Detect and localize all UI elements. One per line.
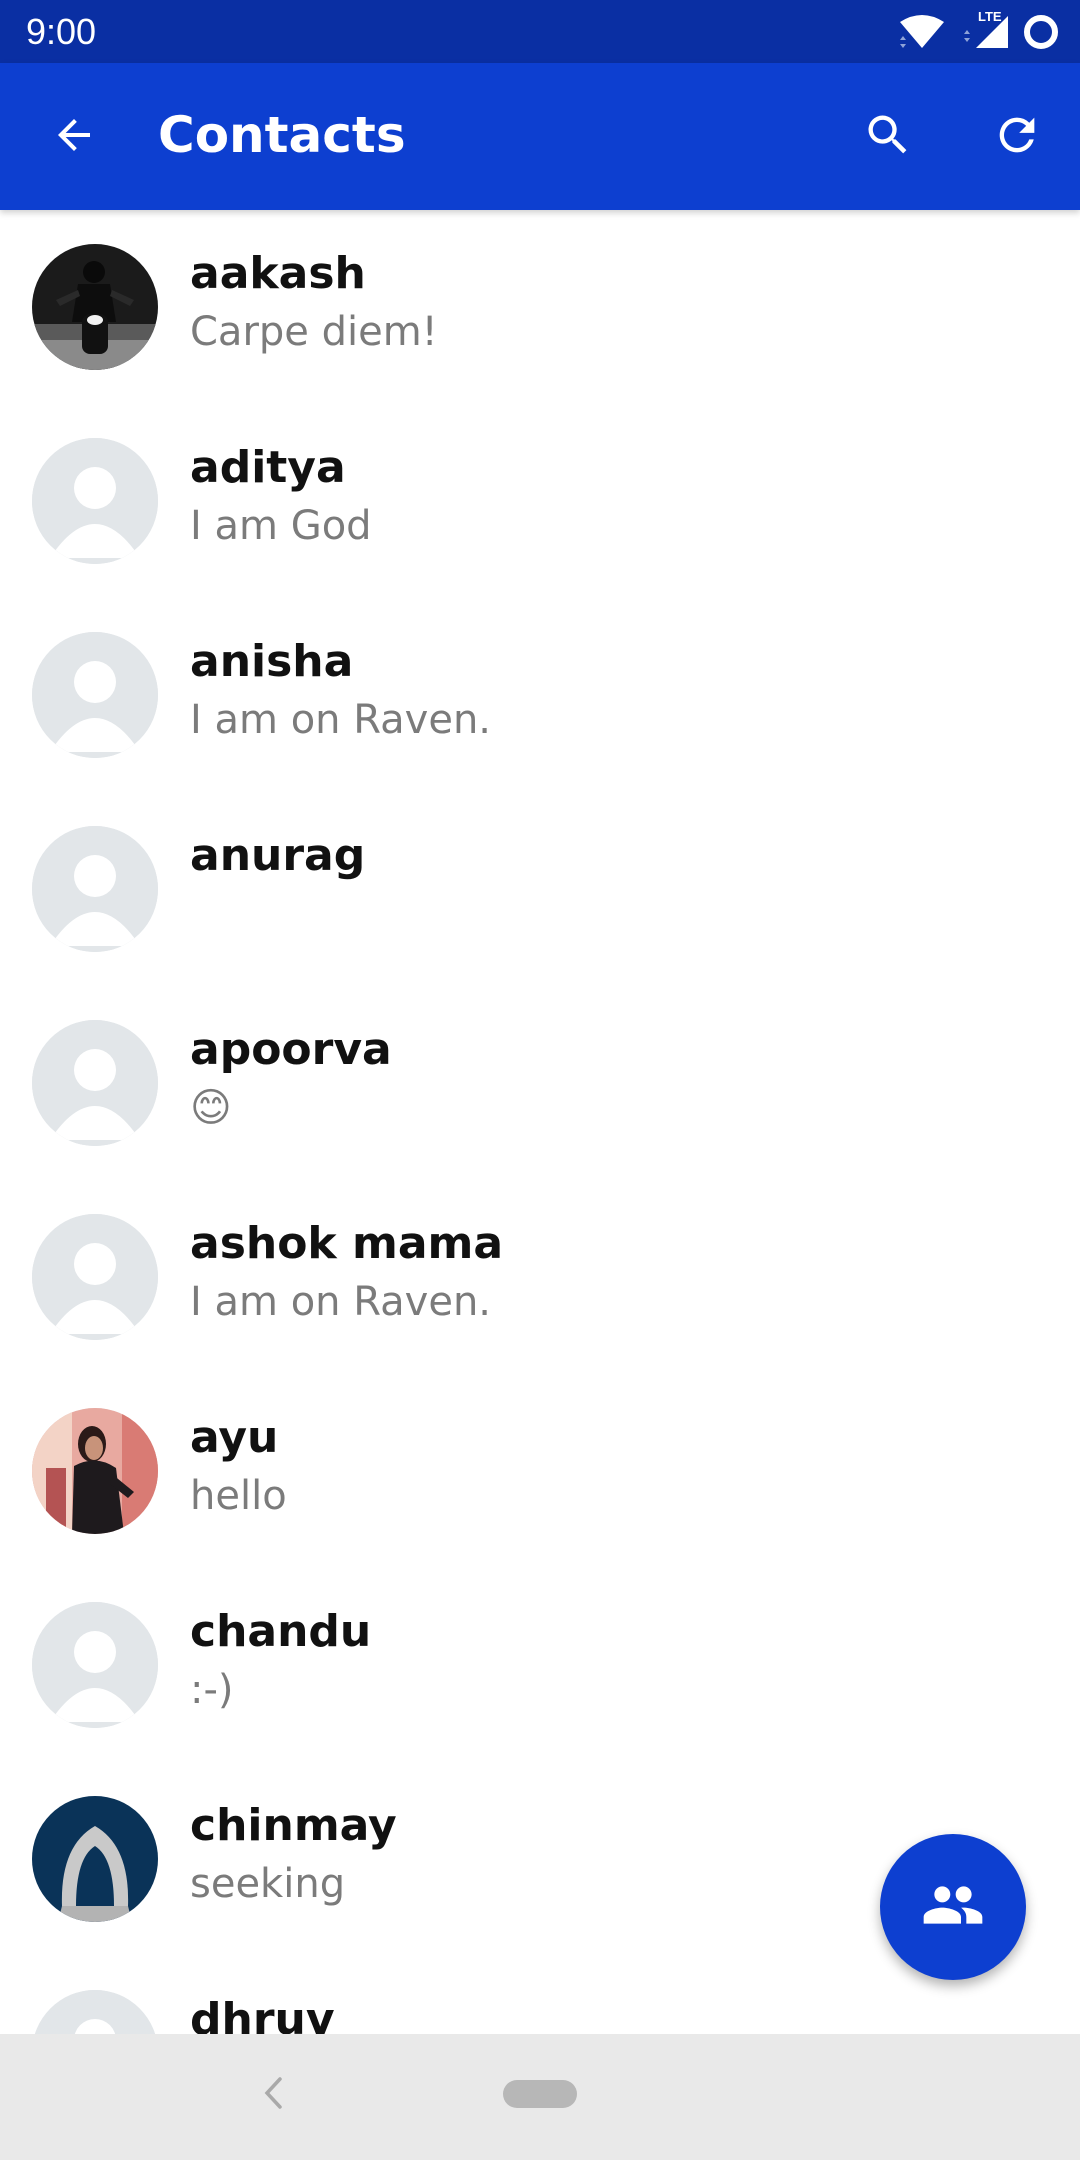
home-pill-icon[interactable] [503,2080,577,2108]
contact-row-anisha[interactable]: anisha I am on Raven. [0,598,1080,792]
contact-list[interactable]: aakash Carpe diem! aditya I am God anish… [0,210,1080,2034]
contact-name: dhruv [190,1994,335,2034]
contact-name: apoorva [190,1024,392,1075]
search-button[interactable] [856,105,920,169]
wifi-icon [898,14,946,50]
contact-row-ashok-mama[interactable]: ashok mama I am on Raven. [0,1180,1080,1374]
contact-status: seeking [190,1861,346,1907]
group-icon [921,1873,985,1941]
contact-status: 😊 [190,1085,232,1131]
nav-back-chevron-icon [262,2076,284,2114]
new-group-fab[interactable] [880,1834,1026,1980]
default-avatar-icon [32,1602,158,1728]
status-time: 9:00 [26,11,97,52]
contact-status: hello [190,1473,287,1519]
contact-row-chandu[interactable]: chandu :-) [0,1568,1080,1762]
contact-name: anurag [190,830,366,881]
page-title: Contacts [158,106,406,164]
contact-row-aakash[interactable]: aakash Carpe diem! [0,210,1080,404]
default-avatar-icon [32,1214,158,1340]
contact-row-aditya[interactable]: aditya I am God [0,404,1080,598]
avatar [32,1796,158,1922]
network-type-label: LTE [978,9,1002,24]
contact-name: aakash [190,248,366,299]
contact-status: I am on Raven. [190,697,492,743]
default-avatar-icon [32,1020,158,1146]
refresh-button[interactable] [985,105,1049,169]
contact-row-anurag[interactable]: anurag [0,792,1080,986]
contact-name: chinmay [190,1800,397,1851]
avatar [32,244,158,370]
contact-status: I am on Raven. [190,1279,492,1325]
contact-name: ashok mama [190,1218,504,1269]
refresh-icon [991,109,1043,165]
contact-status: I am God [190,503,372,549]
status-icons: LTE [898,10,1060,52]
arrow-back-icon [50,111,98,163]
status-bar: 9:00 LTE [0,0,1080,63]
contact-name: anisha [190,636,354,687]
default-avatar-icon [32,826,158,952]
app-bar: Contacts [0,63,1080,210]
contact-name: ayu [190,1412,279,1463]
contact-name: chandu [190,1606,372,1657]
contact-status: :-) [190,1667,234,1713]
contact-status: Carpe diem! [190,309,438,355]
nav-back-button[interactable] [258,2070,288,2120]
avatar [32,1408,158,1534]
default-avatar-icon [32,1990,158,2034]
default-avatar-icon [32,438,158,564]
system-nav-bar [0,2034,1080,2160]
default-avatar-icon [32,632,158,758]
battery-circle-icon [1022,13,1060,51]
signal-icon: LTE [958,10,1010,50]
search-icon [862,109,914,165]
back-button[interactable] [42,105,106,169]
contact-row-ayu[interactable]: ayu hello [0,1374,1080,1568]
contact-name: aditya [190,442,346,493]
contact-row-apoorva[interactable]: apoorva 😊 [0,986,1080,1180]
